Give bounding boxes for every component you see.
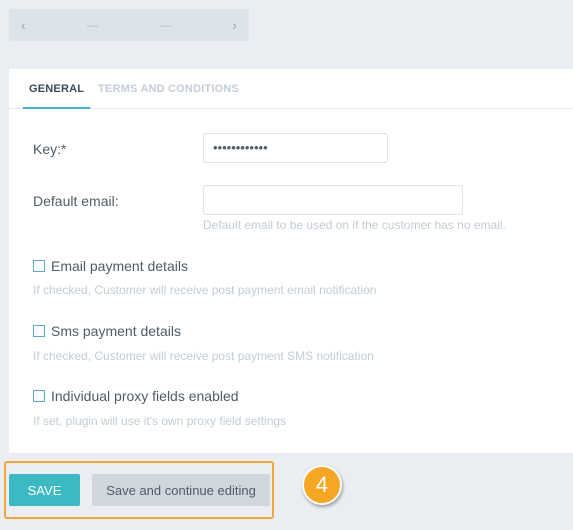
pager-dash-left: — xyxy=(86,18,99,32)
default-email-label: Default email: xyxy=(33,193,119,209)
tab-bar: GENERAL TERMS AND CONDITIONS xyxy=(9,69,573,109)
save-button[interactable]: SAVE xyxy=(9,474,80,506)
proxy-fields-checkbox[interactable] xyxy=(33,390,45,402)
proxy-fields-label[interactable]: Individual proxy fields enabled xyxy=(51,388,239,404)
tab-general[interactable]: GENERAL xyxy=(22,83,91,109)
email-payment-label[interactable]: Email payment details xyxy=(51,258,188,274)
sms-payment-label[interactable]: Sms payment details xyxy=(51,323,181,339)
pager: ‹ — — › xyxy=(9,9,249,41)
default-email-hint: Default email to be used on if the custo… xyxy=(203,218,506,232)
email-payment-hint: If checked, Customer will receive post p… xyxy=(33,283,377,297)
chevron-right-icon[interactable]: › xyxy=(232,17,237,33)
step-number-badge: 4 xyxy=(302,465,342,505)
proxy-fields-hint: If set, plugin will use it's own proxy f… xyxy=(33,414,287,428)
save-and-continue-button[interactable]: Save and continue editing xyxy=(92,474,270,506)
sms-payment-checkbox[interactable] xyxy=(33,325,45,337)
chevron-left-icon[interactable]: ‹ xyxy=(21,17,26,33)
default-email-field[interactable] xyxy=(203,185,463,215)
email-payment-checkbox[interactable] xyxy=(33,260,45,272)
sms-payment-hint: If checked, Customer will receive post p… xyxy=(33,349,374,363)
sms-payment-row[interactable]: Sms payment details xyxy=(33,323,181,339)
key-label: Key:* xyxy=(33,141,67,157)
email-payment-row[interactable]: Email payment details xyxy=(33,258,188,274)
settings-card: GENERAL TERMS AND CONDITIONS Key:* •••••… xyxy=(9,69,573,453)
key-field[interactable]: •••••••••••• xyxy=(203,133,388,163)
tab-terms-and-conditions[interactable]: TERMS AND CONDITIONS xyxy=(98,83,239,95)
pager-dash-right: — xyxy=(159,18,172,32)
proxy-fields-row[interactable]: Individual proxy fields enabled xyxy=(33,388,239,404)
